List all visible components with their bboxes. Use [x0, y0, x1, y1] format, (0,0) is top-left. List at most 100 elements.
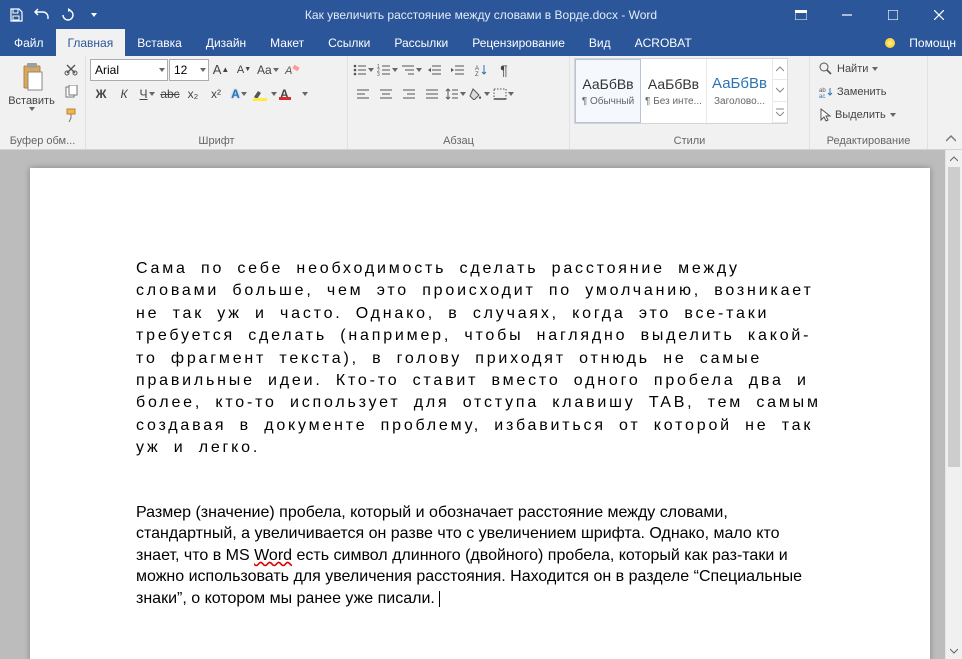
window-controls	[778, 0, 962, 29]
tab-layout[interactable]: Макет	[258, 29, 316, 56]
save-button[interactable]	[4, 3, 28, 27]
qat-customize[interactable]	[82, 3, 106, 27]
quick-access-toolbar	[0, 3, 110, 27]
style-gallery-scroll	[773, 59, 787, 123]
replace-button[interactable]: abac Заменить	[814, 81, 923, 103]
clear-formatting-button[interactable]: A	[281, 59, 303, 81]
paragraph-1[interactable]: Сама по себе необходимость сделать расст…	[136, 258, 824, 460]
decrease-indent-button[interactable]	[424, 59, 446, 81]
text-effects-button[interactable]: A	[228, 83, 250, 105]
change-case-button[interactable]: Aa	[256, 59, 280, 81]
align-left-button[interactable]	[352, 83, 374, 105]
undo-button[interactable]	[30, 3, 54, 27]
group-editing-label: Редактирование	[814, 132, 923, 149]
highlight-button[interactable]	[251, 83, 278, 105]
shrink-font-button[interactable]: A▼	[233, 59, 255, 81]
select-label: Выделить	[835, 109, 886, 121]
tab-design[interactable]: Дизайн	[194, 29, 258, 56]
close-button[interactable]	[916, 0, 962, 29]
sort-button[interactable]: AZ	[470, 59, 492, 81]
align-center-button[interactable]	[375, 83, 397, 105]
tab-home[interactable]: Главная	[56, 29, 126, 56]
paste-caret	[29, 107, 35, 111]
font-name-value: Arial	[95, 63, 119, 77]
replace-label: Заменить	[837, 86, 886, 98]
window-title: Как увеличить расстояние между словами в…	[305, 8, 657, 22]
tell-me-icon[interactable]	[879, 32, 901, 54]
select-caret	[890, 113, 896, 117]
show-marks-button[interactable]: ¶	[493, 59, 515, 81]
underline-button[interactable]: Ч	[136, 83, 158, 105]
search-icon	[819, 62, 833, 76]
find-label: Найти	[837, 63, 868, 75]
italic-button[interactable]: К	[113, 83, 135, 105]
cut-button[interactable]	[61, 58, 81, 80]
increase-indent-button[interactable]	[447, 59, 469, 81]
document-area: Сама по себе необходимость сделать расст…	[0, 150, 962, 659]
redo-button[interactable]	[56, 3, 80, 27]
scroll-down-button[interactable]	[946, 642, 962, 659]
font-name-caret	[159, 68, 165, 72]
scroll-up-button[interactable]	[946, 150, 962, 167]
tab-insert[interactable]: Вставка	[125, 29, 194, 56]
style-item-normal[interactable]: АаБбВв ¶ Обычный	[575, 59, 641, 123]
tab-mailings[interactable]: Рассылки	[382, 29, 460, 56]
subscript-button[interactable]: x₂	[182, 83, 204, 105]
tab-acrobat[interactable]: ACROBAT	[623, 29, 704, 56]
title-bar: Как увеличить расстояние между словами в…	[0, 0, 962, 29]
style-item-heading1[interactable]: АаБбВв Заголово...	[707, 59, 773, 123]
ribbon-tabs: Файл Главная Вставка Дизайн Макет Ссылки…	[0, 29, 962, 56]
strikethrough-button[interactable]: abc	[159, 83, 181, 105]
style-gallery: АаБбВв ¶ Обычный АаБбВв ¶ Без инте... Аа…	[574, 58, 788, 124]
replace-icon: abac	[819, 86, 833, 98]
find-button[interactable]: Найти	[814, 58, 923, 80]
format-painter-button[interactable]	[61, 104, 81, 126]
style-name-1: ¶ Без инте...	[645, 96, 702, 107]
justify-button[interactable]	[421, 83, 443, 105]
group-styles-label: Стили	[574, 132, 805, 149]
style-name-2: Заголово...	[714, 96, 765, 107]
gallery-more[interactable]	[773, 102, 787, 123]
numbering-button[interactable]: 123	[376, 59, 399, 81]
align-right-button[interactable]	[398, 83, 420, 105]
tabs-right: Помощн	[879, 29, 962, 56]
bullets-button[interactable]	[352, 59, 375, 81]
copy-button[interactable]	[61, 81, 81, 103]
paste-button[interactable]: Вставить	[4, 58, 59, 114]
svg-text:ac: ac	[819, 94, 825, 98]
line-spacing-button[interactable]	[444, 83, 467, 105]
gallery-up[interactable]	[773, 59, 787, 80]
group-font-label: Шрифт	[90, 132, 343, 149]
font-size-combo[interactable]: 12	[169, 59, 209, 81]
superscript-button[interactable]: x²	[205, 83, 227, 105]
multilevel-list-button[interactable]	[400, 59, 423, 81]
borders-button[interactable]	[492, 83, 515, 105]
style-item-nospacing[interactable]: АаБбВв ¶ Без инте...	[641, 59, 707, 123]
tab-review[interactable]: Рецензирование	[460, 29, 577, 56]
collapse-ribbon-button[interactable]	[942, 131, 960, 147]
tab-view[interactable]: Вид	[577, 29, 623, 56]
tab-references[interactable]: Ссылки	[316, 29, 382, 56]
page[interactable]: Сама по себе необходимость сделать расст…	[30, 168, 930, 659]
ribbon: Вставить Буфер обм... Arial 12	[0, 56, 962, 150]
bold-button[interactable]: Ж	[90, 83, 112, 105]
font-color-button[interactable]: A	[279, 83, 309, 105]
grow-font-button[interactable]: A▲	[210, 59, 232, 81]
tab-file[interactable]: Файл	[2, 29, 56, 56]
group-clipboard: Вставить Буфер обм...	[0, 56, 86, 149]
gallery-down[interactable]	[773, 80, 787, 101]
tell-me-label[interactable]: Помощн	[909, 36, 956, 50]
style-name-0: ¶ Обычный	[582, 96, 634, 107]
minimize-button[interactable]	[824, 0, 870, 29]
para2-word-marked: Word	[254, 547, 292, 564]
paragraph-2[interactable]: Размер (значение) пробела, который и обо…	[136, 502, 824, 610]
maximize-button[interactable]	[870, 0, 916, 29]
scroll-thumb[interactable]	[948, 167, 960, 467]
select-button[interactable]: Выделить	[814, 104, 923, 126]
vertical-scrollbar[interactable]	[945, 150, 962, 659]
ribbon-display-options[interactable]	[778, 0, 824, 29]
font-size-value: 12	[174, 63, 187, 77]
svg-text:Z: Z	[475, 72, 479, 76]
font-name-combo[interactable]: Arial	[90, 59, 168, 81]
shading-button[interactable]	[468, 83, 491, 105]
